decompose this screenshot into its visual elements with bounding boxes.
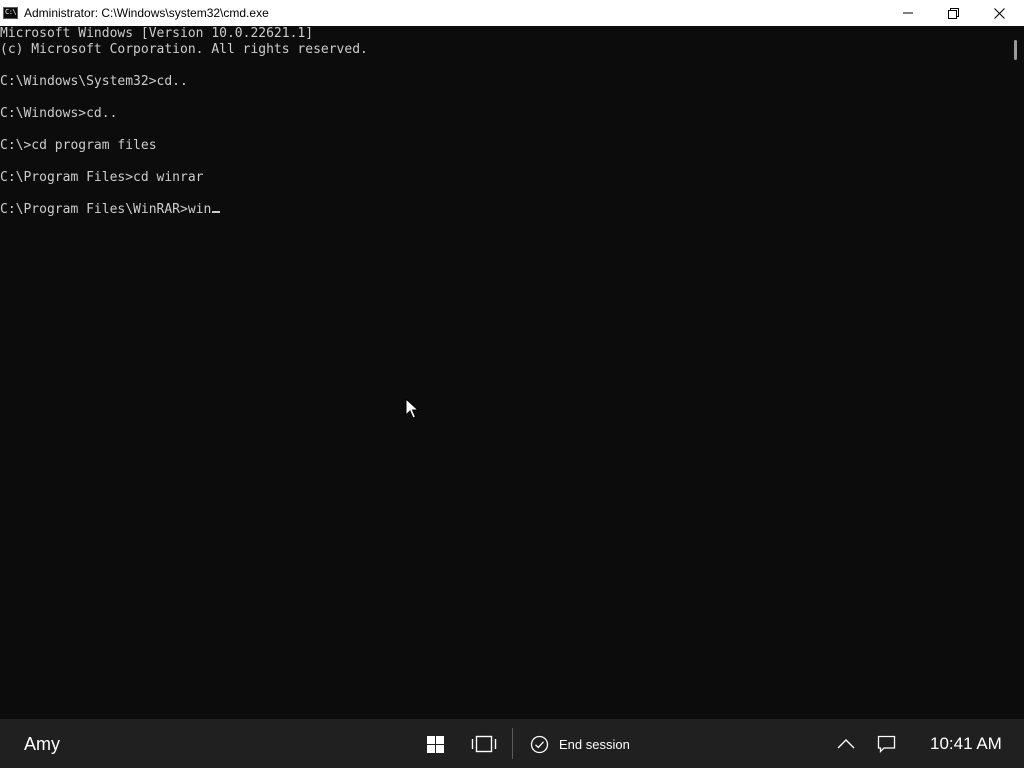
cmd-icon-text: C:\ [5,8,17,16]
console-line: C:\Windows\System32>cd.. [0,74,188,89]
restore-button[interactable] [930,0,976,26]
console-line: C:\>cd program files [0,138,157,153]
console-output[interactable]: Microsoft Windows [Version 10.0.22621.1]… [0,26,1008,719]
console-scrollbar[interactable] [1008,26,1024,719]
taskbar-clock[interactable]: 10:41 AM [930,734,1002,754]
desktop-screen: C:\ Administrator: C:\Windows\system32\c… [0,0,1024,768]
end-session-button[interactable]: End session [530,733,630,755]
window-title: Administrator: C:\Windows\system32\cmd.e… [24,6,269,20]
console-prompt-text: C:\Program Files\WinRAR>win [0,202,212,217]
minimize-icon [903,12,913,14]
console-line: Microsoft Windows [Version 10.0.22621.1] [0,26,314,41]
restore-icon [947,7,959,19]
notification-icon [877,735,895,753]
console-line: C:\Program Files>cd winrar [0,170,204,185]
close-icon [993,7,1005,19]
taskbar: Amy End session 10:41 AM [0,719,1024,768]
minimize-button[interactable] [885,0,931,26]
task-view-icon [471,735,497,753]
taskbar-divider [512,728,513,759]
end-session-label: End session [559,736,630,752]
start-button[interactable] [424,733,446,755]
console-line: C:\Windows>cd.. [0,106,118,121]
console-line: (c) Microsoft Corporation. All rights re… [0,42,368,57]
check-circle-icon [530,735,549,753]
windows-start-icon [426,735,444,753]
window-titlebar[interactable]: C:\ Administrator: C:\Windows\system32\c… [0,0,1024,26]
mouse-pointer-icon [405,398,419,419]
task-view-button[interactable] [470,733,498,755]
text-cursor [212,211,221,213]
notification-button[interactable] [875,733,897,755]
scrollbar-thumb[interactable] [1014,40,1017,60]
console-prompt-line[interactable]: C:\Program Files\WinRAR>win [0,202,221,218]
chevron-up-icon [837,739,855,749]
cmd-icon: C:\ [3,7,18,19]
show-hidden-icons-button[interactable] [835,733,857,755]
user-name: Amy [24,734,60,754]
close-button[interactable] [976,0,1022,26]
